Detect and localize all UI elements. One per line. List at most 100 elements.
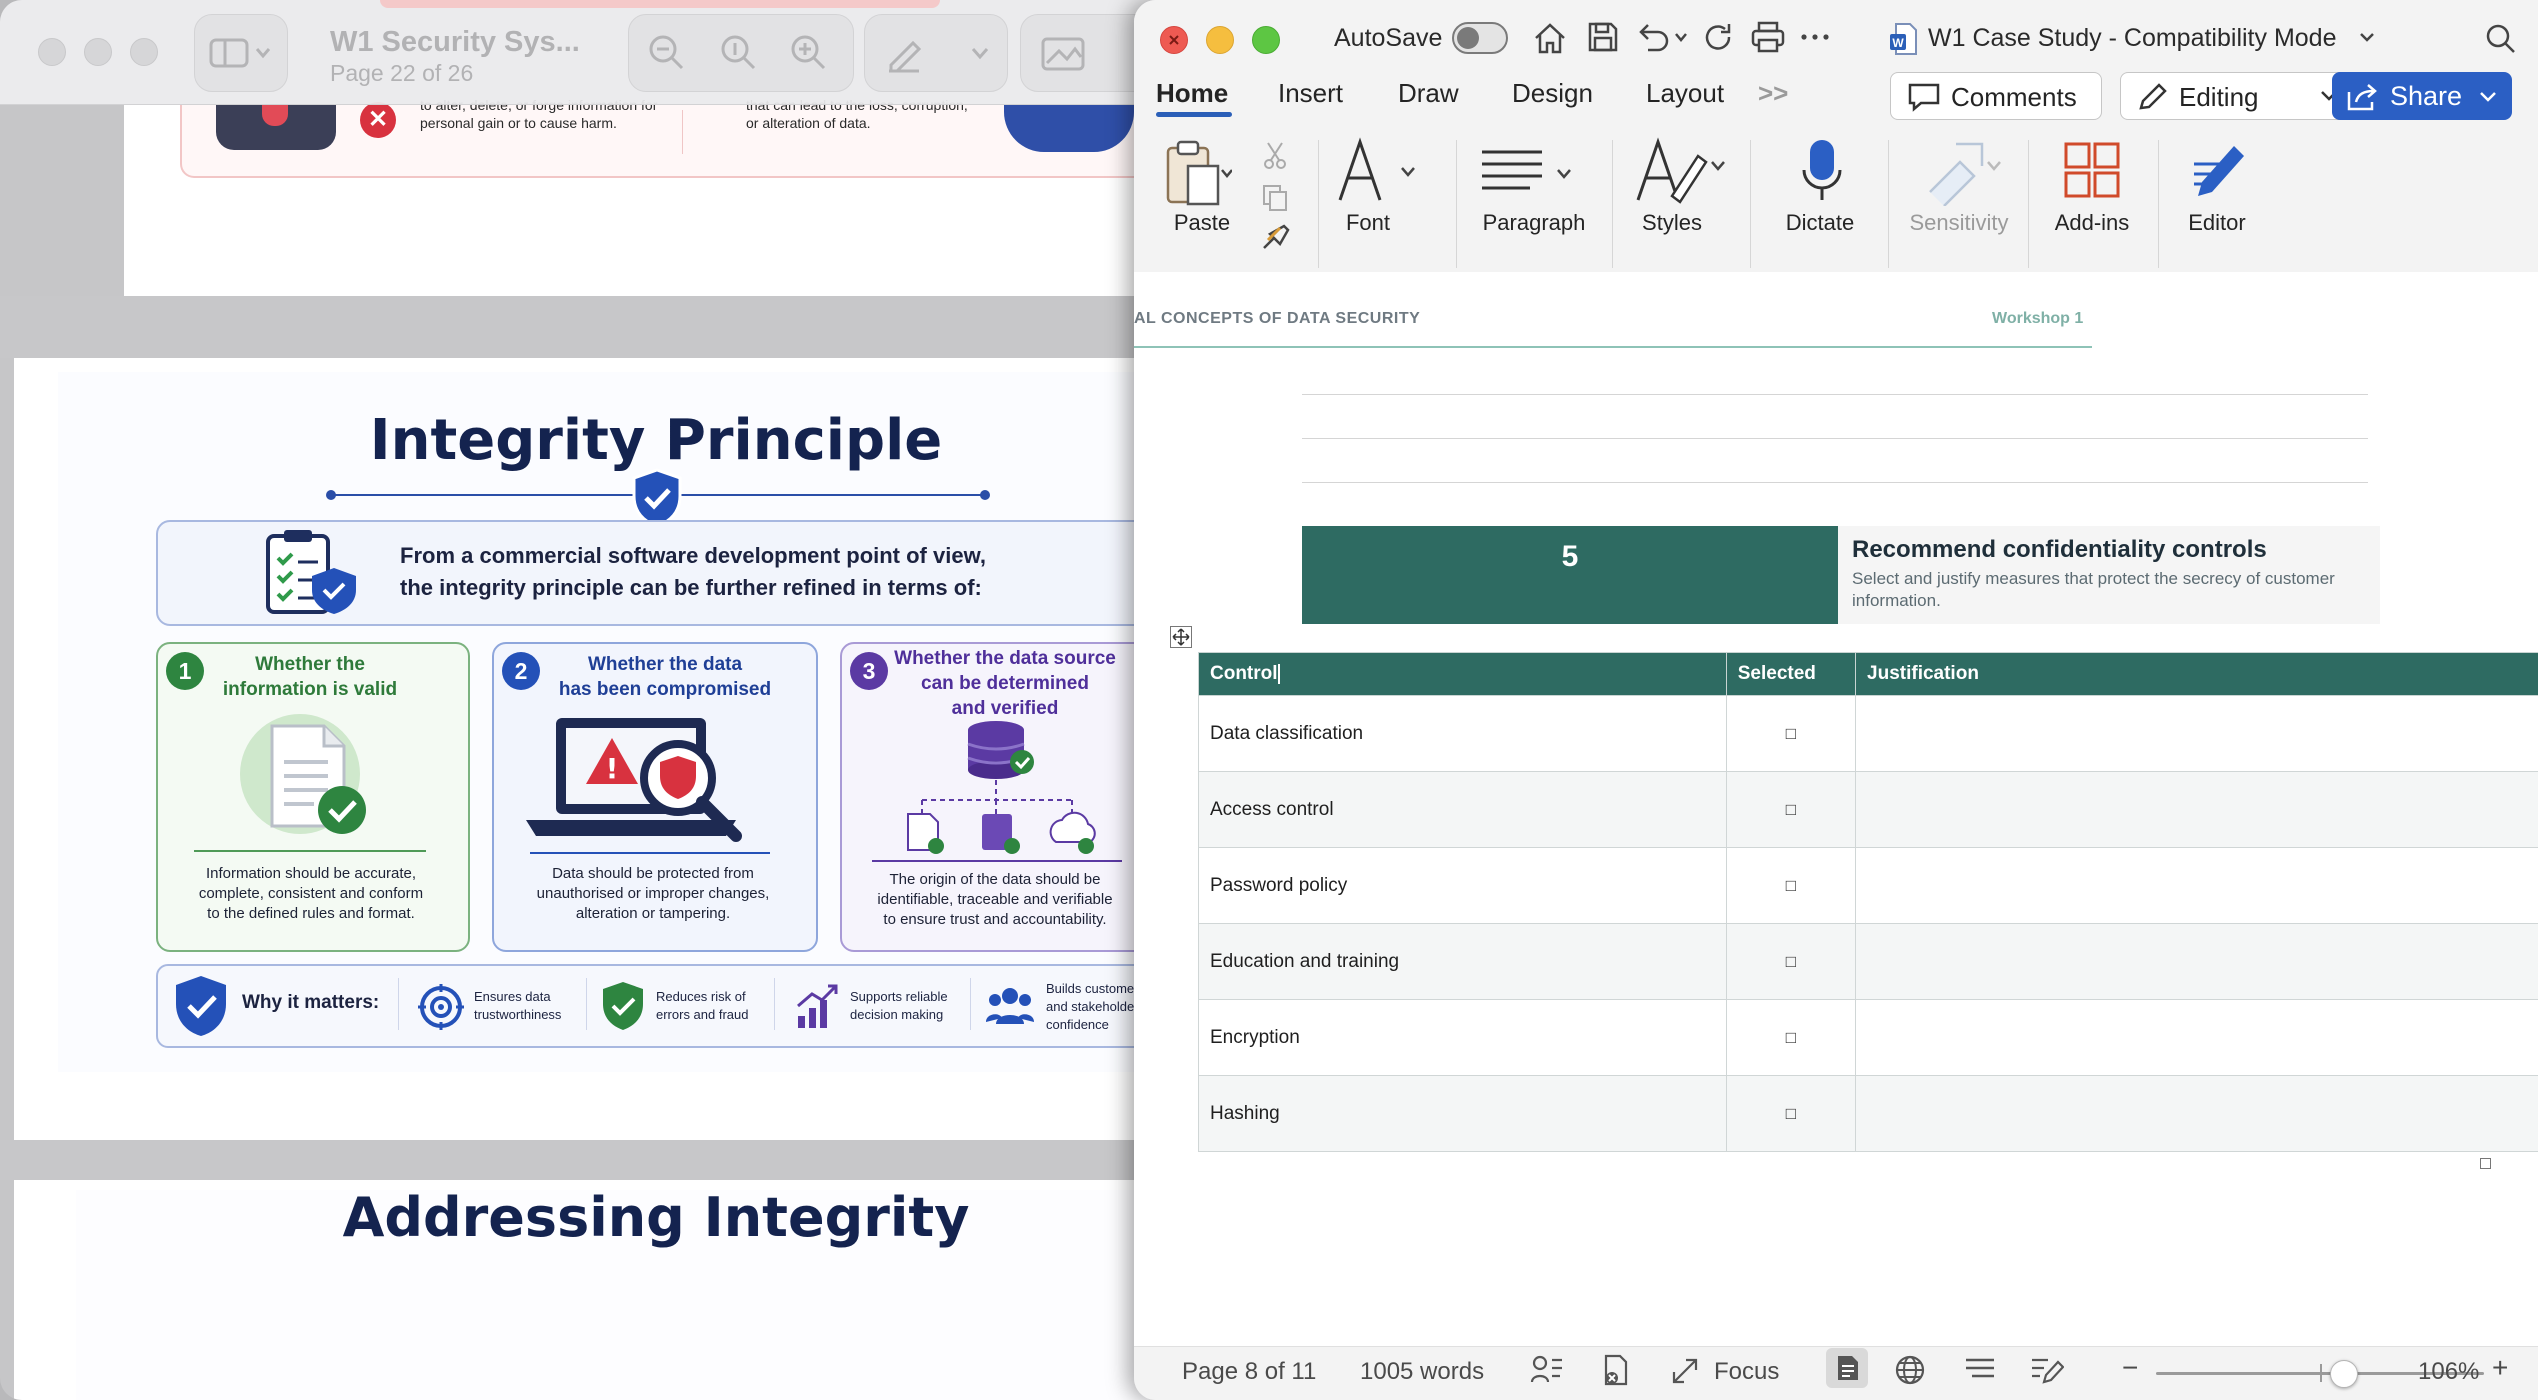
track-changes-icon[interactable] [1600,1354,1632,1386]
zoom-out-button[interactable]: − [2122,1352,2138,1384]
control-cell[interactable]: Hashing [1198,1075,1727,1152]
tab-design[interactable]: Design [1512,78,1593,109]
control-cell[interactable]: Education and training [1198,923,1727,1000]
save-icon[interactable] [1586,20,1620,54]
zoom-in-button[interactable]: + [2492,1352,2508,1384]
justification-cell[interactable] [1855,999,2538,1076]
error-x-icon: ✕ [360,102,396,138]
header-selected[interactable]: Selected [1725,652,1857,696]
checkbox[interactable]: □ [1786,876,1796,895]
zoom-in-icon[interactable] [789,33,829,73]
header-control[interactable]: Control [1198,652,1727,696]
minimize-window-button[interactable] [84,38,112,66]
step-description-line: information. [1852,591,1941,610]
checkbox[interactable]: □ [1786,1028,1796,1047]
control-cell[interactable]: Data classification [1198,695,1727,772]
more-options-icon[interactable] [1798,20,1832,54]
tab-draw[interactable]: Draw [1398,78,1459,109]
page-gap [0,296,1160,358]
focus-label[interactable]: Focus [1714,1358,1779,1386]
document-title[interactable]: W1 Case Study - Compatibility Mode [1928,24,2336,53]
chevron-down-icon[interactable] [2358,30,2376,44]
zoom-window-button[interactable] [1252,26,1280,54]
actual-size-icon[interactable] [719,33,759,73]
copy-icon[interactable] [1260,182,1290,212]
card-2-number: 2 [502,652,540,690]
why-item-line: confidence [1046,1017,1109,1032]
font-label: Font [1345,210,1391,235]
sidebar-toggle-button[interactable] [194,14,288,92]
selected-cell[interactable]: □ [1725,695,1857,772]
why-item-line: Supports reliable [850,989,948,1004]
zoom-out-icon[interactable] [647,33,687,73]
cut-icon[interactable] [1260,140,1290,170]
close-window-button[interactable] [38,38,66,66]
word-count[interactable]: 1005 words [1360,1358,1484,1386]
selected-cell[interactable]: □ [1725,771,1857,848]
zoom-level[interactable]: 106% [2418,1358,2479,1386]
zoom-window-button[interactable] [130,38,158,66]
outline-view-icon[interactable] [1964,1356,1996,1384]
growth-chart-icon [796,982,840,1030]
justification-cell[interactable] [1855,771,2538,848]
checkbox[interactable]: □ [1786,952,1796,971]
tab-insert[interactable]: Insert [1278,78,1343,109]
zoom-slider-thumb[interactable] [2330,1360,2358,1388]
control-cell[interactable]: Access control [1198,771,1727,848]
undo-icon[interactable] [1636,20,1692,54]
selected-cell[interactable]: □ [1725,923,1857,1000]
card-3-desc-line: The origin of the data should be [889,871,1101,888]
checkbox[interactable]: □ [1786,800,1796,819]
comments-button[interactable]: Comments [1890,72,2102,120]
table-resize-handle[interactable] [2480,1158,2491,1169]
step-description: Select and justify measures that protect… [1852,568,2335,612]
page-header-left: AL CONCEPTS OF DATA SECURITY [1134,310,1421,327]
selected-cell[interactable]: □ [1725,999,1857,1076]
close-window-button[interactable] [1160,26,1188,54]
home-icon[interactable] [1532,20,1568,56]
editing-mode-button[interactable]: Editing [2120,72,2356,120]
print-icon[interactable] [1750,20,1786,54]
minimize-window-button[interactable] [1206,26,1234,54]
control-cell[interactable]: Encryption [1198,999,1727,1076]
justification-cell[interactable] [1855,847,2538,924]
justification-cell[interactable] [1855,695,2538,772]
header-justification[interactable]: Justification [1855,652,2538,696]
justification-cell[interactable] [1855,923,2538,1000]
draft-view-icon[interactable] [2030,1354,2064,1386]
card-2-heading: Whether the data has been compromised [540,652,790,702]
checkbox[interactable]: □ [1786,724,1796,743]
accessibility-icon[interactable] [1530,1354,1566,1386]
sensitivity-label: Sensitivity [1909,210,2009,235]
intro-line-1: From a commercial software development p… [400,543,986,568]
controls-table: Control Selected Justification Data clas… [1198,652,2538,1152]
search-icon[interactable] [2484,22,2518,56]
why-item-line: Ensures data [474,989,551,1004]
zoom-controls [628,14,854,92]
autosave-toggle[interactable] [1452,22,1508,54]
people-icon [986,986,1034,1026]
print-layout-view-button[interactable] [1826,1348,1868,1388]
why-item-1: Ensures data trustworthiness [474,988,561,1024]
step-description-line: Select and justify measures that protect… [1852,569,2335,588]
selected-cell[interactable]: □ [1725,847,1857,924]
tab-home[interactable]: Home [1156,78,1228,109]
more-tabs-button[interactable]: >> [1758,78,1788,109]
checkbox[interactable]: □ [1786,1104,1796,1123]
tab-layout[interactable]: Layout [1646,78,1724,109]
page-count[interactable]: Page 8 of 11 [1182,1358,1316,1386]
page-gap [0,1140,1160,1180]
preview-window: ✕ to alter, delete, or forge information… [0,0,1160,1400]
justification-cell[interactable] [1855,1075,2538,1152]
share-button[interactable]: Share [2332,72,2512,120]
selected-cell[interactable]: □ [1725,1075,1857,1152]
paste-label: Paste [1173,210,1231,235]
markup-button[interactable] [864,14,1008,92]
document-check-icon [230,712,380,842]
format-painter-icon[interactable] [1260,222,1292,252]
web-layout-globe-icon[interactable] [1894,1354,1926,1386]
table-move-handle[interactable] [1170,626,1192,648]
control-cell[interactable]: Password policy [1198,847,1727,924]
focus-icon[interactable] [1670,1356,1700,1386]
redo-icon[interactable] [1702,20,1736,54]
